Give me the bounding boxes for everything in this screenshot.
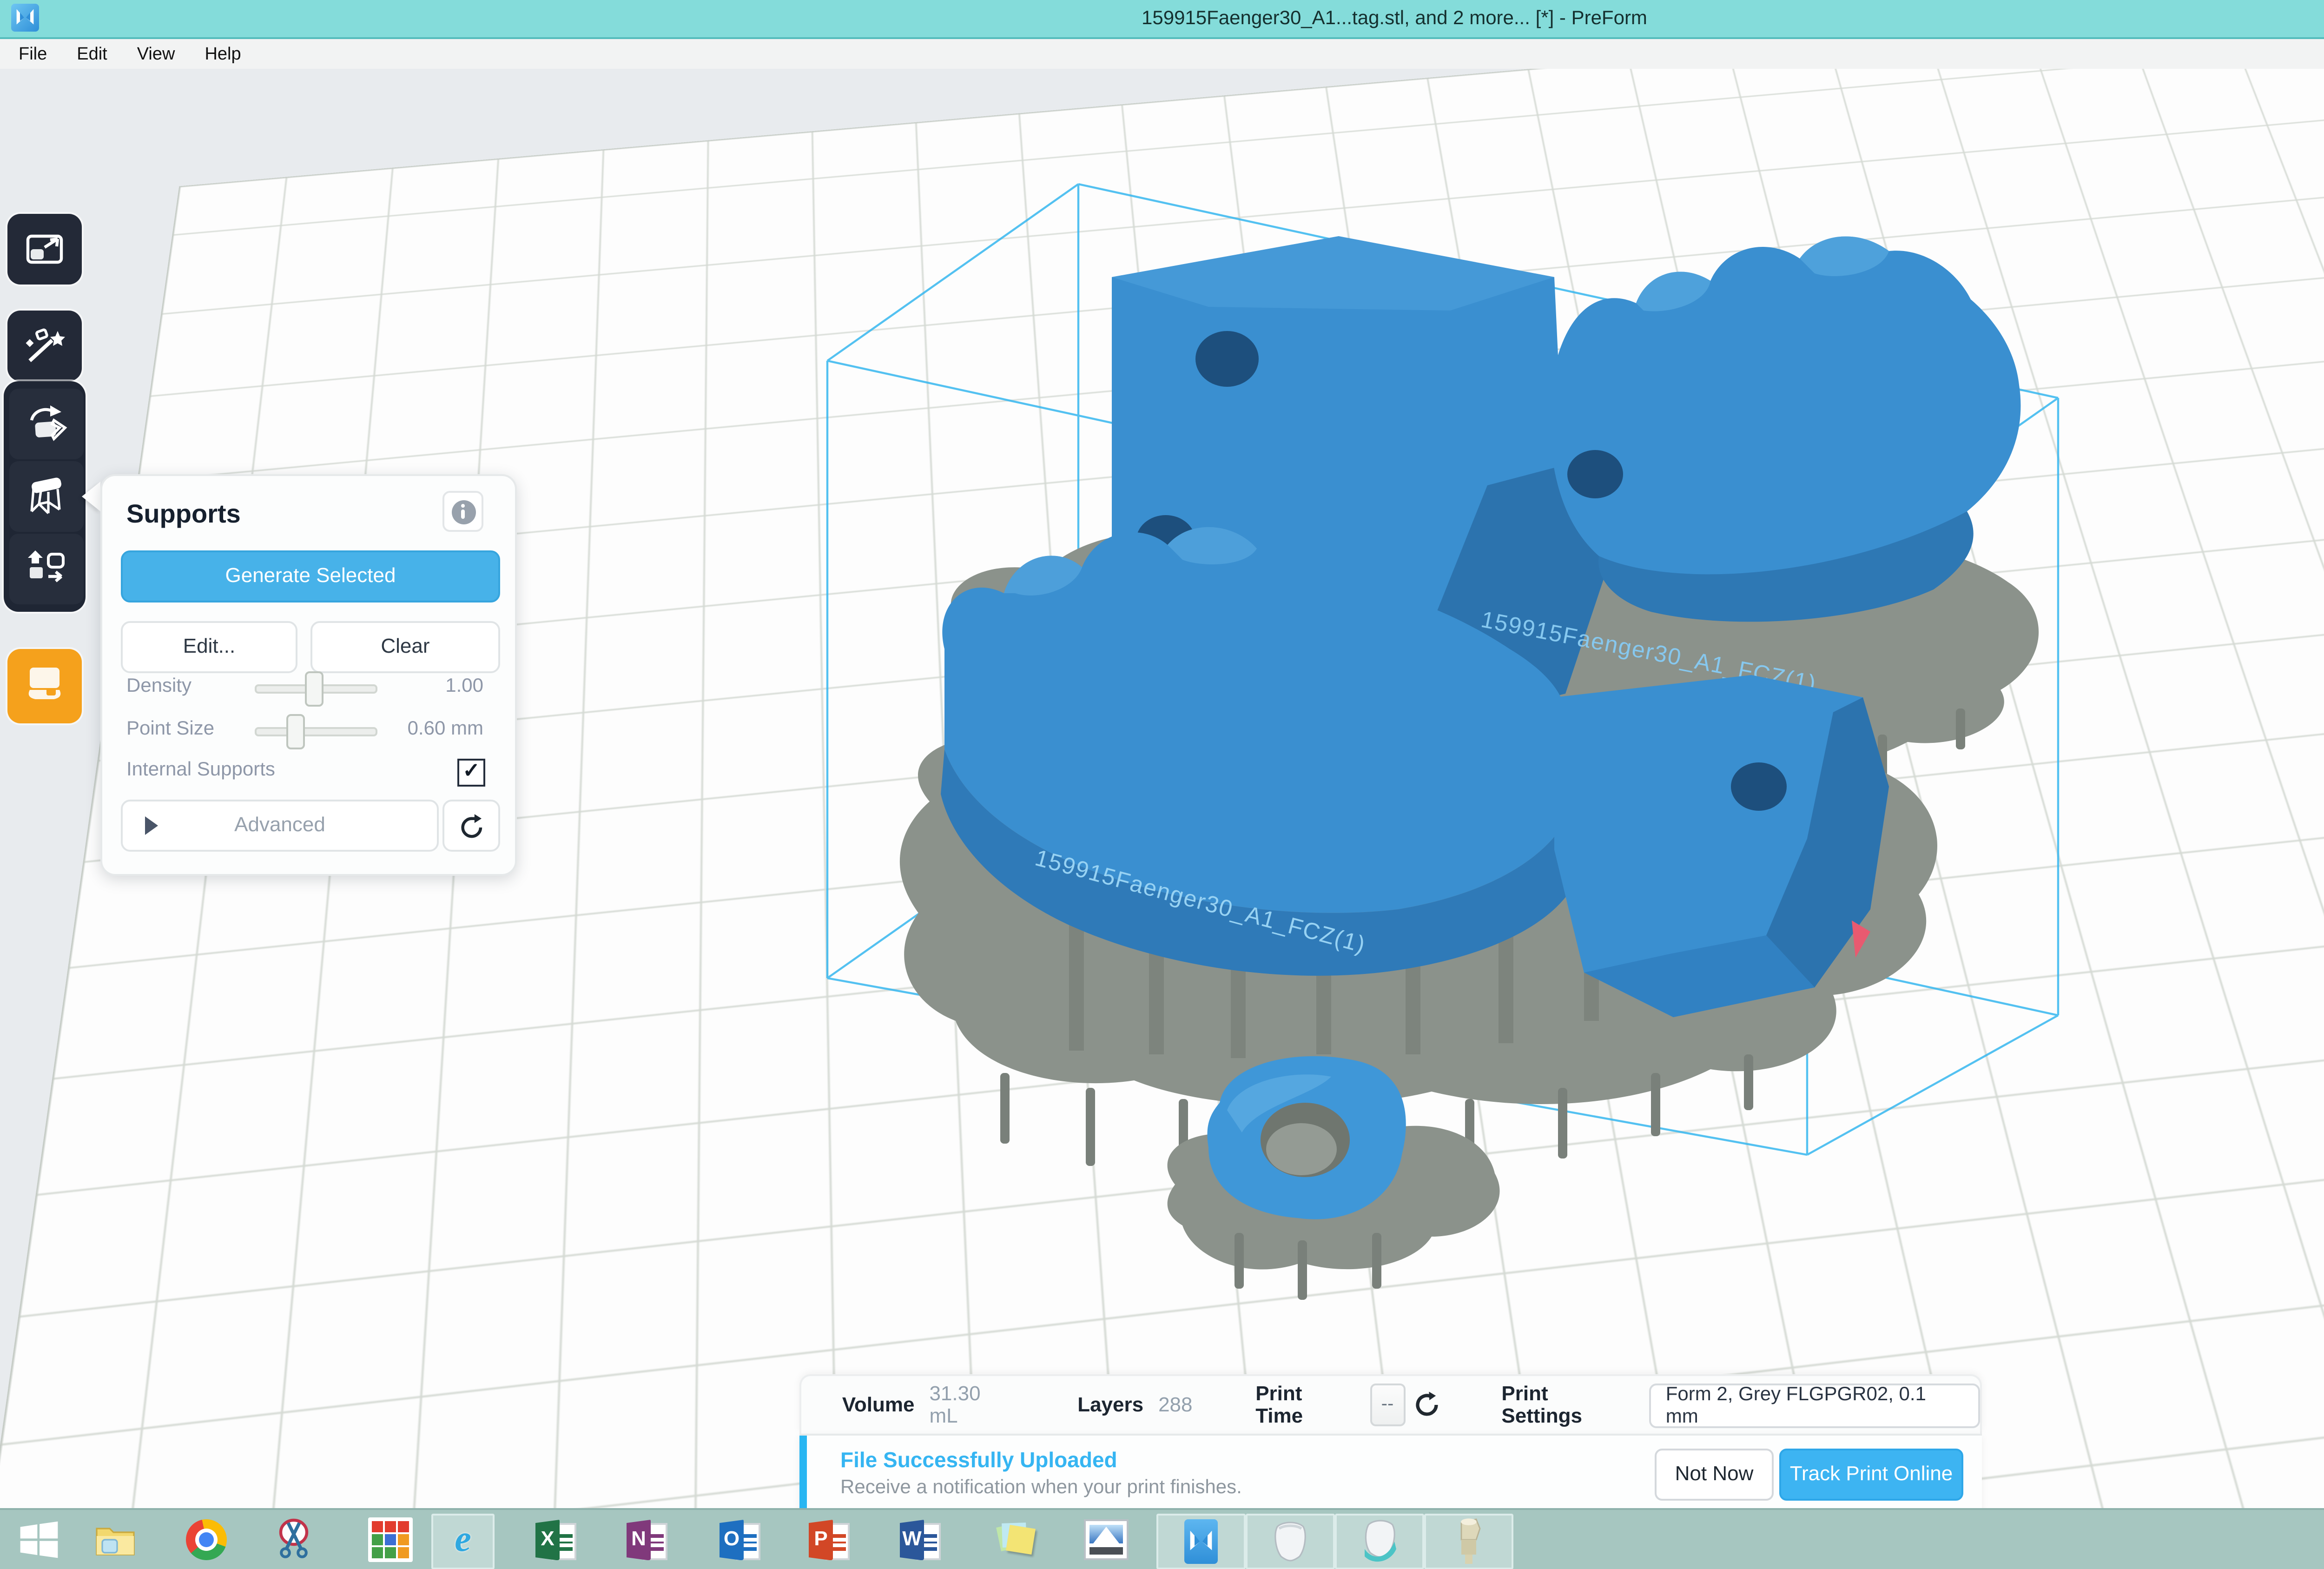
excel-icon: X [535, 1520, 576, 1561]
menubar: File Edit View Help [0, 39, 2324, 71]
size-scale-icon [22, 229, 67, 270]
internet-explorer-icon: e [455, 1520, 471, 1562]
density-value: 1.00 [445, 675, 483, 697]
upload-notification: File Successfully Uploaded Receive a not… [799, 1434, 1982, 1509]
folder-icon [95, 1522, 139, 1559]
photo-viewer-button[interactable] [1078, 1515, 1134, 1565]
notification-message: Receive a notification when your print f… [840, 1476, 1242, 1498]
tool-orientation-button[interactable] [9, 389, 84, 459]
onenote-icon: N [627, 1520, 667, 1561]
menu-view[interactable]: View [122, 39, 190, 69]
sticky-notes-icon [998, 1522, 1036, 1559]
volume-label: Volume [842, 1394, 915, 1416]
print-status-bar: Volume 31.30 mL Layers 288 Print Time -- [799, 1374, 1982, 1434]
print-time-label: Print Time [1255, 1383, 1355, 1427]
reset-button[interactable] [442, 800, 500, 852]
point-size-slider[interactable] [255, 727, 377, 736]
menu-file[interactable]: File [4, 39, 62, 69]
menu-help[interactable]: Help [190, 39, 256, 69]
excel-button[interactable]: X [528, 1515, 584, 1565]
tool-supports-button[interactable] [9, 461, 84, 532]
layout-icon [22, 547, 71, 591]
notification-title: File Successfully Uploaded [840, 1450, 1242, 1472]
print-settings-selector[interactable]: Form 2, Grey FLGPGR02, 0.1 mm [1649, 1383, 1980, 1427]
start-button[interactable] [11, 1515, 67, 1565]
edit-supports-button[interactable]: Edit... [121, 621, 297, 673]
supports-panel-title: Supports [126, 498, 241, 528]
tool-one-click-print-button[interactable] [7, 311, 82, 381]
point-size-value: 0.60 mm [408, 718, 483, 740]
layers-value: 288 [1158, 1394, 1192, 1416]
powerpoint-icon: P [809, 1520, 850, 1561]
photo-viewer-icon [1084, 1520, 1129, 1561]
refresh-circular-arrow-icon [1413, 1391, 1441, 1419]
advanced-label: Advanced [234, 814, 325, 837]
rotate-icon [24, 402, 69, 446]
dental-crown-app-button[interactable] [1246, 1513, 1335, 1569]
track-print-online-button[interactable]: Track Print Online [1779, 1449, 1963, 1501]
refresh-print-time-button[interactable] [1409, 1385, 1446, 1424]
density-slider-handle[interactable] [305, 671, 324, 707]
tool-layout-button[interactable] [9, 534, 84, 604]
implant-app-button[interactable] [1424, 1513, 1513, 1569]
implant-abutment-icon [1454, 1517, 1484, 1565]
chrome-button[interactable] [178, 1515, 234, 1565]
supports-panel: Supports Generate Selected Edit... Clear… [100, 474, 517, 876]
volume-value: 31.30 mL [929, 1383, 1014, 1427]
taskbar: e X N O P [0, 1508, 2324, 1569]
supports-panel-pointer [82, 482, 100, 511]
chrome-icon [186, 1520, 227, 1561]
point-size-label: Point Size [126, 718, 214, 740]
snipping-tool-button[interactable] [268, 1515, 324, 1565]
tooth-teal-icon [1357, 1519, 1402, 1563]
internal-supports-checkbox[interactable]: ✓ [457, 759, 485, 787]
internet-explorer-button[interactable]: e [431, 1513, 495, 1569]
magic-wand-icon [22, 324, 67, 368]
snipping-tool-icon [273, 1518, 318, 1562]
layers-label: Layers [1077, 1394, 1143, 1416]
outlook-button[interactable]: O [712, 1515, 768, 1565]
preform-window: 159915Faenger30_A1...tag.stl, and 2 more… [0, 0, 2324, 1569]
app-grid-icon [368, 1518, 413, 1562]
tool-group-orient-supports-layout [4, 381, 86, 612]
supports-icon [24, 474, 69, 519]
titlebar[interactable]: 159915Faenger30_A1...tag.stl, and 2 more… [0, 0, 2324, 39]
info-button[interactable] [442, 491, 483, 532]
density-slider[interactable] [255, 684, 377, 694]
desktop: 159915Faenger30_A1...tag.stl, and 2 more… [0, 0, 2324, 1569]
tool-size-button[interactable] [7, 214, 82, 285]
viewport-3d[interactable]: 159915Faenger30_A1_FCZ(1) [0, 69, 2324, 1509]
preform-butterfly-icon [1184, 1519, 1218, 1563]
onenote-button[interactable]: N [619, 1515, 675, 1565]
word-icon: W [900, 1520, 941, 1561]
app-grid-button[interactable] [363, 1515, 418, 1565]
windows-logo-icon [19, 1520, 59, 1561]
clear-supports-button[interactable]: Clear [310, 621, 500, 673]
menu-edit[interactable]: Edit [62, 39, 122, 69]
powerpoint-button[interactable]: P [801, 1515, 857, 1565]
undo-reset-icon [458, 813, 484, 839]
file-explorer-button[interactable] [89, 1515, 145, 1565]
tool-print-button[interactable] [7, 649, 82, 723]
generate-selected-button[interactable]: Generate Selected [121, 550, 500, 602]
notification-accent-stripe [799, 1436, 807, 1509]
tooth-crown-icon [1270, 1519, 1311, 1563]
preform-taskbar-button[interactable] [1156, 1513, 1246, 1569]
advanced-expander-button[interactable]: Advanced [121, 800, 439, 852]
sticky-notes-button[interactable] [989, 1515, 1045, 1565]
dental-design-app-button[interactable] [1335, 1513, 1424, 1569]
printer-icon [24, 664, 65, 708]
outlook-icon: O [720, 1520, 760, 1561]
print-time-value-button[interactable]: -- [1370, 1384, 1405, 1426]
not-now-button[interactable]: Not Now [1655, 1449, 1774, 1501]
info-icon [451, 499, 475, 523]
window-title: 159915Faenger30_A1...tag.stl, and 2 more… [0, 7, 2324, 30]
word-button[interactable]: W [892, 1515, 948, 1565]
density-label: Density [126, 675, 191, 697]
caret-right-icon [145, 816, 158, 835]
point-size-slider-handle[interactable] [286, 714, 305, 749]
print-settings-label: Print Settings [1501, 1383, 1634, 1427]
internal-supports-label: Internal Supports [126, 759, 275, 781]
bottom-panels: Volume 31.30 mL Layers 288 Print Time -- [799, 1374, 1982, 1509]
